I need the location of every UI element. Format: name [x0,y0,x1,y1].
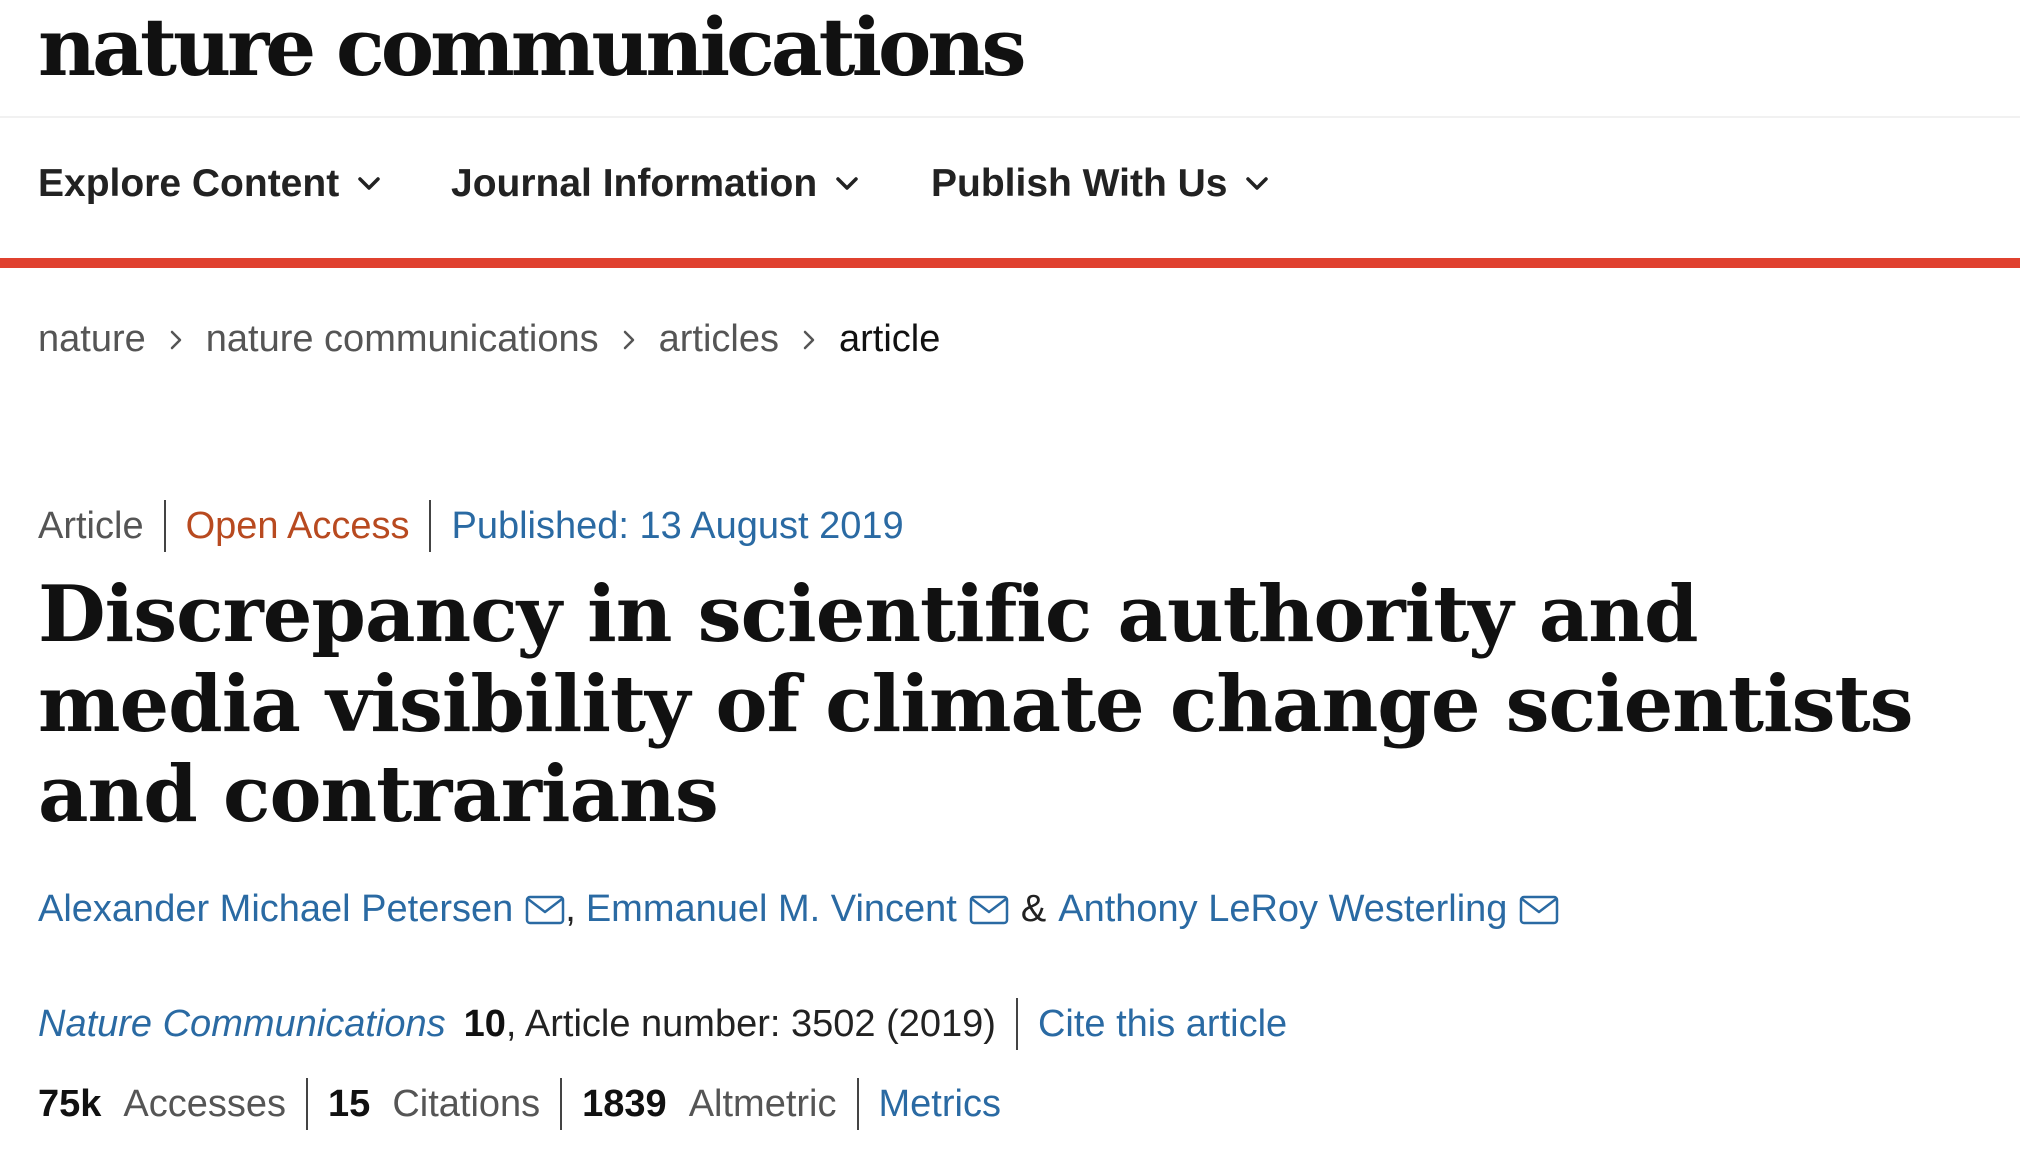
published-date: Published: 13 August 2019 [451,504,904,547]
citations-count: 15 [328,1082,371,1125]
accent-bar [0,258,2020,268]
chevron-down-icon [835,176,859,192]
breadcrumb-nature-communications[interactable]: nature communications [206,318,599,361]
volume: 10 [463,1002,506,1045]
article-type: Article [38,504,144,547]
nav-journal-information[interactable]: Journal Information [451,162,859,206]
main-nav: Explore Content Journal Information Publ… [0,118,2020,258]
author-link[interactable]: Alexander Michael Petersen [38,888,513,931]
nav-item-label: Explore Content [38,162,340,205]
chevron-down-icon [357,176,381,192]
divider [856,1078,859,1130]
page: nature communications Explore Content Jo… [0,0,2020,1160]
divider [163,500,166,552]
envelope-icon[interactable] [525,895,565,925]
breadcrumb: nature nature communications articles ar… [38,318,940,361]
citations-label: Citations [392,1082,541,1125]
chevron-right-icon [168,328,184,352]
author-separator: , [565,888,576,930]
metrics-link[interactable]: Metrics [879,1083,1001,1126]
site-header: nature communications [0,0,2020,118]
accesses-count: 75k [38,1082,102,1125]
chevron-right-icon [621,328,637,352]
divider [429,500,432,552]
article-meta: Article Open Access Published: 13 August… [38,500,904,552]
chevron-right-icon [801,328,817,352]
chevron-down-icon [1245,176,1269,192]
author-link[interactable]: Emmanuel M. Vincent [586,888,957,931]
divider [560,1078,563,1130]
citation-line: Nature Communications 10 , Article numbe… [38,998,1287,1050]
accesses-label: Accesses [123,1082,287,1125]
divider [306,1078,309,1130]
cite-this-article-link[interactable]: Cite this article [1038,1003,1287,1046]
author-separator: & [1020,888,1047,930]
divider [1015,998,1018,1050]
breadcrumb-nature[interactable]: nature [38,318,146,361]
author-link[interactable]: Anthony LeRoy Westerling [1058,888,1507,931]
nav-item-label: Journal Information [451,162,818,205]
altmetric-score: 1839 [582,1082,667,1125]
nav-item-label: Publish With Us [931,162,1228,205]
envelope-icon[interactable] [969,895,1009,925]
journal-logo[interactable]: nature communications [38,2,1027,92]
breadcrumb-articles[interactable]: articles [659,318,779,361]
journal-name[interactable]: Nature Communications [38,1003,446,1046]
metrics-bar: 75k Accesses 15 Citations 1839 Altmetric… [38,1078,1001,1130]
article-title: Discrepancy in scientific authority and … [38,569,1914,840]
altmetric-label: Altmetric [688,1082,837,1125]
article-number: , Article number: 3502 (2019) [505,1002,996,1045]
nav-publish-with-us[interactable]: Publish With Us [931,162,1269,206]
breadcrumb-article: article [838,318,941,360]
author-list: Alexander Michael Petersen , Emmanuel M.… [38,888,1559,931]
envelope-icon[interactable] [1519,895,1559,925]
nav-explore-content[interactable]: Explore Content [38,162,381,206]
open-access-badge: Open Access [185,504,410,547]
